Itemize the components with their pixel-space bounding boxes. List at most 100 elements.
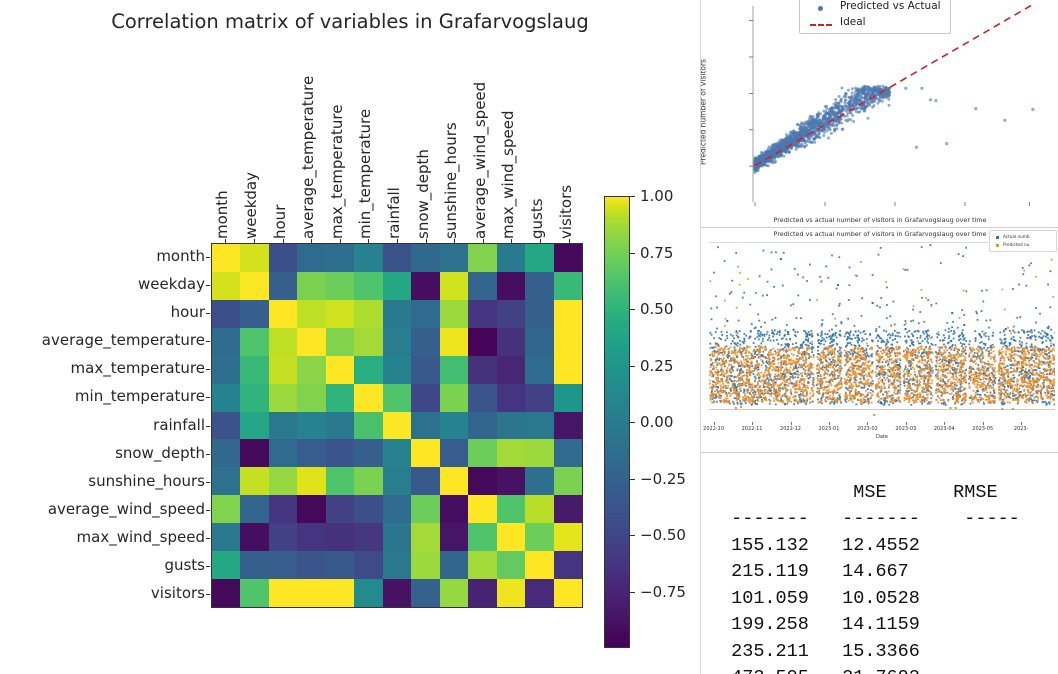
heatmap-cell bbox=[439, 495, 469, 524]
heatmap-cell bbox=[496, 523, 526, 552]
axis-tick bbox=[206, 369, 210, 371]
heatmap-cell bbox=[212, 411, 241, 440]
axis-tick bbox=[982, 422, 984, 425]
colorbar-tick bbox=[630, 196, 635, 197]
heatmap-cell bbox=[553, 411, 582, 440]
axis-tick bbox=[905, 422, 907, 425]
heatmap-row-label: month bbox=[156, 247, 205, 266]
heatmap-cell bbox=[268, 327, 298, 356]
axis-tick bbox=[206, 341, 210, 343]
colorbar-tick-label: 0.00 bbox=[640, 413, 674, 431]
heatmap-cell bbox=[297, 383, 326, 412]
heatmap-cell bbox=[268, 551, 298, 580]
heatmap-cell bbox=[240, 467, 269, 496]
colorbar-tick bbox=[630, 252, 635, 254]
heatmap-cell bbox=[411, 439, 440, 468]
axis-tick bbox=[568, 239, 570, 243]
heatmap-cell bbox=[496, 579, 526, 607]
heatmap-cell bbox=[553, 355, 582, 384]
heatmap-cell bbox=[525, 299, 554, 328]
heatmap-cell bbox=[553, 467, 582, 496]
heatmap-cell bbox=[496, 299, 526, 328]
heatmap-cell bbox=[382, 439, 412, 468]
heatmap-cell bbox=[297, 439, 326, 468]
heatmap-cell bbox=[325, 271, 355, 300]
heatmap-cell bbox=[439, 299, 469, 328]
heatmap-cell bbox=[325, 383, 355, 412]
heatmap-cell bbox=[325, 579, 355, 607]
axis-tick bbox=[225, 239, 227, 243]
heatmap-column-label: min_temperature bbox=[356, 108, 375, 239]
metrics-table-card: MSE RMSE Va ------ ------- ------- -----… bbox=[701, 453, 1058, 674]
heatmap-cell bbox=[240, 383, 269, 412]
heatmap-cell bbox=[240, 411, 269, 440]
heatmap-cell bbox=[439, 467, 469, 496]
axis-tick-label: 2023-02 bbox=[856, 426, 878, 432]
legend-label: Predicted nu bbox=[1003, 242, 1030, 247]
heatmap-cell bbox=[325, 411, 355, 440]
heatmap-cell bbox=[297, 523, 326, 552]
heatmap-cell bbox=[297, 551, 326, 580]
heatmap-cell bbox=[297, 467, 326, 496]
heatmap-cell bbox=[468, 383, 497, 412]
heatmap-cell bbox=[553, 244, 582, 272]
heatmap-cell bbox=[325, 439, 355, 468]
axis-tick-label: 2022-11 bbox=[741, 426, 763, 432]
axis-tick-label: 2022-10 bbox=[703, 426, 725, 432]
heatmap-row-labels: month weekday hour average_temperature max_t… bbox=[0, 243, 205, 608]
heatmap-cell bbox=[468, 467, 497, 496]
axis-tick bbox=[867, 422, 869, 425]
heatmap-cell bbox=[439, 523, 469, 552]
heatmap-cell bbox=[382, 244, 412, 272]
axis-tick bbox=[206, 509, 210, 511]
heatmap-cell bbox=[325, 495, 355, 524]
heatmap-cell bbox=[268, 523, 298, 552]
heatmap-cell bbox=[439, 244, 469, 272]
heatmap-cell bbox=[354, 523, 383, 552]
heatmap-cell bbox=[525, 383, 554, 412]
heatmap-grid bbox=[211, 243, 583, 608]
heatmap-cell bbox=[268, 439, 298, 468]
timeseries-chart-card: Predicted vs actual number of visitors i… bbox=[701, 228, 1058, 453]
heatmap-cell bbox=[240, 495, 269, 524]
heatmap-cell bbox=[297, 355, 326, 384]
square-marker-icon bbox=[996, 244, 999, 247]
heatmap-cell bbox=[354, 327, 383, 356]
heatmap-cell bbox=[496, 551, 526, 580]
colorbar: 1.00 0.75 0.50 0.25 0.00 −0.25 −0.50 −0.75 bbox=[604, 187, 696, 648]
heatmap-cell bbox=[268, 467, 298, 496]
heatmap-row-label: rainfall bbox=[153, 415, 205, 434]
heatmap-cell bbox=[240, 299, 269, 328]
heatmap-row-label: gusts bbox=[164, 555, 205, 574]
heatmap-cell bbox=[496, 383, 526, 412]
heatmap-cell bbox=[212, 495, 241, 524]
heatmap-cell bbox=[553, 383, 582, 412]
heatmap-cell bbox=[468, 355, 497, 384]
heatmap-cell bbox=[268, 299, 298, 328]
axis-tick bbox=[206, 313, 210, 315]
heatmap-cell bbox=[525, 411, 554, 440]
heatmap-cell bbox=[468, 271, 497, 300]
heatmap-cell bbox=[240, 244, 269, 272]
axis-tick bbox=[206, 285, 210, 287]
heatmap-cell bbox=[240, 355, 269, 384]
scatter-svg: 050100150200 bbox=[749, 3, 1035, 206]
timeseries-legend: Actual numb Predicted nu bbox=[989, 230, 1057, 252]
colorbar-tick-label: −0.50 bbox=[640, 526, 686, 544]
heatmap-column-labels: month weekday hour average_temperature max_t… bbox=[211, 0, 583, 243]
heatmap-cell bbox=[525, 271, 554, 300]
heatmap-cell bbox=[297, 271, 326, 300]
heatmap-cell bbox=[212, 383, 241, 412]
axis-tick bbox=[206, 425, 210, 427]
colorbar-tick bbox=[630, 535, 635, 536]
heatmap-cell bbox=[382, 383, 412, 412]
axis-tick bbox=[206, 481, 210, 483]
heatmap-column-label: average_temperature bbox=[299, 75, 318, 239]
heatmap-cell bbox=[325, 244, 355, 272]
heatmap-cell bbox=[212, 467, 241, 496]
colorbar-tick-label: 0.50 bbox=[640, 300, 674, 318]
axis-tick-label: 2023-03 bbox=[895, 426, 917, 432]
heatmap-cell bbox=[411, 355, 440, 384]
metrics-table-text: MSE RMSE Va ------ ------- ------- -----… bbox=[731, 481, 1020, 674]
scatter-plot-area: 050100150200 Predicted vs Actual Ideal bbox=[747, 0, 1047, 218]
